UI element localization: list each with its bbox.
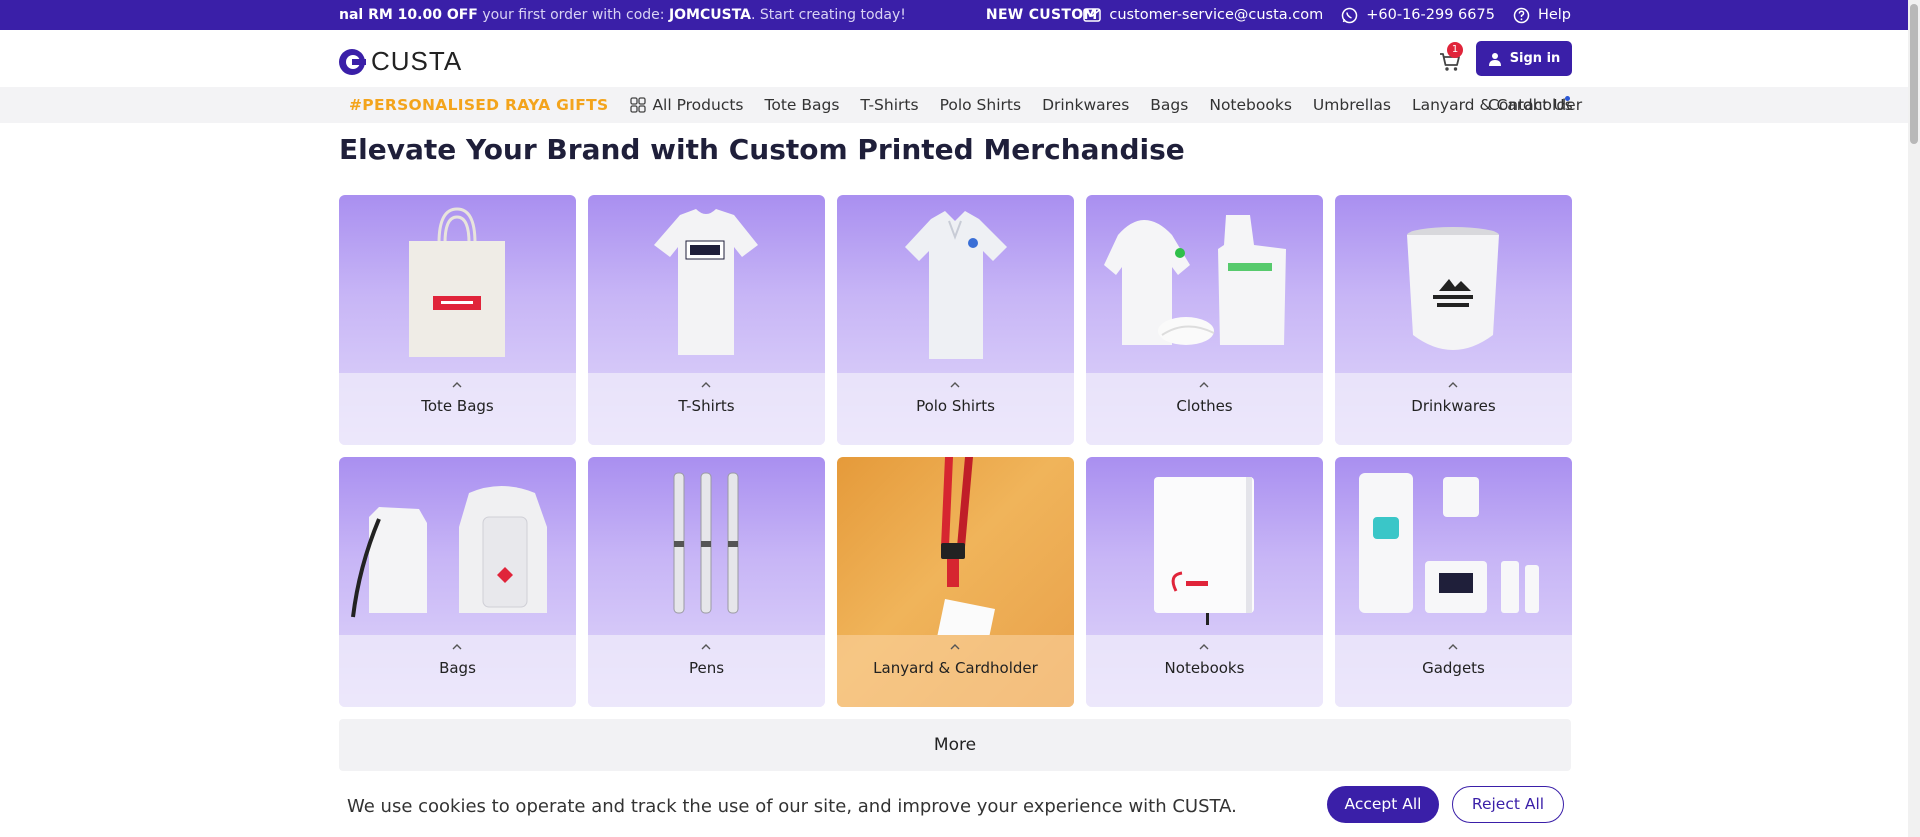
promo-mid: your first order with code: [477, 7, 669, 23]
chevron-up-icon [1448, 382, 1458, 388]
email-link[interactable]: customer-service@custa.com [1083, 7, 1323, 23]
promo-code: JOMCUSTA [668, 7, 752, 23]
tshirt-image [588, 195, 825, 373]
help-link[interactable]: Help [1513, 7, 1571, 24]
nav-contact-us[interactable]: Contact Us [1488, 87, 1573, 123]
clothes-image [1086, 195, 1323, 373]
grid-icon [630, 97, 647, 113]
whatsapp-link[interactable]: +60-16-299 6675 [1341, 7, 1495, 24]
user-icon [1488, 52, 1501, 66]
sign-in-button[interactable]: Sign in [1476, 41, 1572, 76]
site-header: CUSTA 1 Sign in [0, 30, 1920, 87]
logo-mark-icon [339, 48, 366, 75]
chevron-up-icon [950, 644, 960, 650]
category-label: Tote Bags [421, 397, 494, 415]
chevron-up-icon [950, 382, 960, 388]
promo-offer: NEW CUSTOMER OFFER! G [985, 7, 1099, 23]
chevron-up-icon [452, 382, 462, 388]
category-card-polo-shirts[interactable]: Polo Shirts [837, 195, 1074, 445]
category-card-lanyard-cardholder[interactable]: Lanyard & Cardholder [837, 457, 1074, 707]
scrollbar[interactable] [1908, 0, 1920, 837]
category-label: Pens [688, 659, 725, 677]
phone-text: +60-16-299 6675 [1366, 7, 1495, 23]
pens-image [588, 457, 825, 635]
gadgets-image [1335, 457, 1572, 635]
help-icon [1513, 7, 1530, 23]
more-button[interactable]: More [339, 719, 1571, 771]
cookie-text: We use cookies to operate and track the … [347, 796, 1237, 817]
mail-icon [1083, 8, 1102, 22]
cookie-banner: We use cookies to operate and track the … [0, 777, 1920, 837]
category-card-drinkwares[interactable]: Drinkwares [1335, 195, 1572, 445]
category-label: Bags [439, 659, 476, 677]
nav-notebooks[interactable]: Notebooks [1209, 96, 1292, 114]
email-text: customer-service@custa.com [1109, 7, 1324, 23]
category-label: Notebooks [1164, 659, 1245, 677]
main-nav: #PERSONALISED RAYA GIFTS All Products To… [0, 87, 1920, 123]
scrollbar-thumb[interactable] [1910, 4, 1918, 144]
category-label: Clothes [1176, 397, 1233, 415]
promo-topbar: nal RM 10.00 OFF your first order with c… [0, 0, 1920, 30]
notebook-image [1086, 457, 1323, 635]
lanyard-image [837, 457, 1074, 635]
promo-prefix: nal [339, 7, 369, 23]
category-card-pens[interactable]: Pens [588, 457, 825, 707]
site-logo[interactable]: CUSTA [339, 46, 462, 77]
cart-count-badge: 1 [1447, 42, 1463, 58]
category-grid: Tote Bags T-Shirts Polo Shirts Clothes D… [339, 195, 1572, 707]
nav-all-products-label: All Products [652, 96, 744, 114]
nav-bags[interactable]: Bags [1150, 96, 1188, 114]
polo-shirt-image [837, 195, 1074, 373]
category-card-tote-bags[interactable]: Tote Bags [339, 195, 576, 445]
whatsapp-icon [1341, 7, 1358, 23]
reject-all-button[interactable]: Reject All [1452, 786, 1564, 823]
chevron-up-icon [1448, 644, 1458, 650]
nav-umbrellas[interactable]: Umbrellas [1313, 96, 1391, 114]
nav-raya-gifts[interactable]: #PERSONALISED RAYA GIFTS [349, 96, 608, 114]
tumbler-image [1335, 195, 1572, 373]
category-card-t-shirts[interactable]: T-Shirts [588, 195, 825, 445]
promo-end: . Start creating today! [751, 7, 906, 23]
category-card-clothes[interactable]: Clothes [1086, 195, 1323, 445]
chevron-up-icon [1199, 382, 1209, 388]
nav-polo-shirts[interactable]: Polo Shirts [940, 96, 1022, 114]
backpack-image [339, 457, 576, 635]
nav-all-products[interactable]: All Products [630, 96, 744, 114]
category-label: Drinkwares [1411, 397, 1496, 415]
notification-dot [1565, 96, 1570, 101]
chevron-up-icon [701, 382, 711, 388]
category-card-bags[interactable]: Bags [339, 457, 576, 707]
category-card-gadgets[interactable]: Gadgets [1335, 457, 1572, 707]
category-label: Lanyard & Cardholder [873, 659, 1038, 677]
promo-ticker: nal RM 10.00 OFF your first order with c… [339, 0, 1099, 30]
chevron-up-icon [452, 644, 462, 650]
accept-all-button[interactable]: Accept All [1327, 786, 1439, 823]
contact-links: customer-service@custa.com +60-16-299 66… [1083, 0, 1571, 30]
nav-t-shirts[interactable]: T-Shirts [860, 96, 918, 114]
logo-text: CUSTA [371, 46, 463, 76]
help-text: Help [1537, 7, 1571, 23]
category-card-notebooks[interactable]: Notebooks [1086, 457, 1323, 707]
nav-drinkwares[interactable]: Drinkwares [1042, 96, 1129, 114]
category-label: T-Shirts [678, 397, 735, 415]
tote-bag-image [339, 195, 576, 373]
category-label: Polo Shirts [916, 397, 995, 415]
page-title: Elevate Your Brand with Custom Printed M… [339, 133, 1185, 166]
chevron-up-icon [1199, 644, 1209, 650]
category-label: Gadgets [1422, 659, 1485, 677]
nav-tote-bags[interactable]: Tote Bags [765, 96, 840, 114]
sign-in-label: Sign in [1509, 51, 1561, 66]
chevron-up-icon [701, 644, 711, 650]
promo-amount: RM 10.00 OFF [368, 7, 478, 23]
